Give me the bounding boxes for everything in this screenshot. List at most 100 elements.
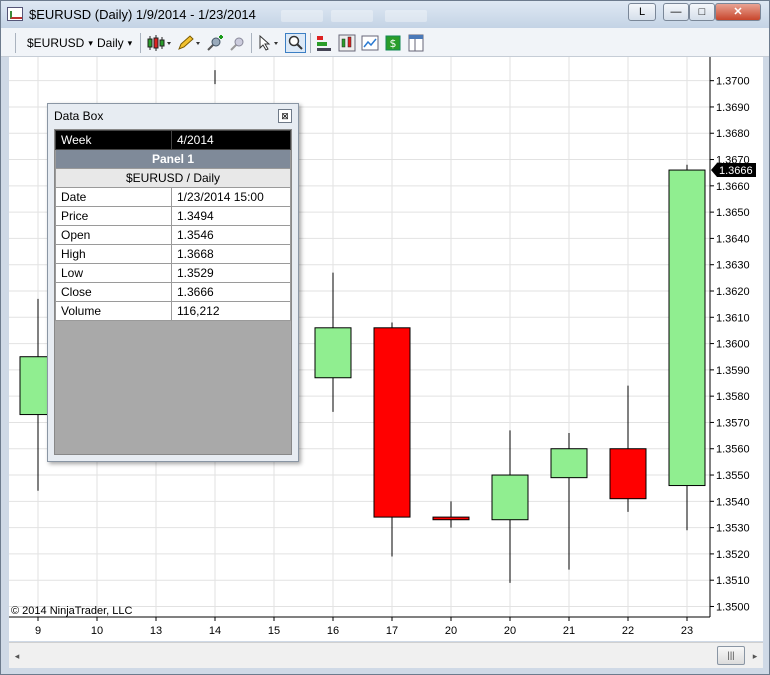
data-row: Low 1.3529 xyxy=(55,263,291,283)
window-title: $EURUSD (Daily) 1/9/2014 - 1/23/2014 xyxy=(29,7,256,22)
y-tick-label: 1.3640 xyxy=(716,233,750,245)
row-value: 1.3668 xyxy=(171,244,291,264)
y-tick-label: 1.3630 xyxy=(716,260,750,272)
x-tick-label: 17 xyxy=(386,625,398,637)
data-box-title: Data Box xyxy=(54,109,104,123)
week-row: Week 4/2014 xyxy=(55,130,291,150)
up-candle-body xyxy=(314,327,352,379)
row-label: Price xyxy=(55,206,172,226)
money-icon[interactable]: $ xyxy=(384,34,402,52)
close-button[interactable]: ✕ xyxy=(715,3,761,21)
down-candle-body xyxy=(432,516,470,521)
up-candle-body xyxy=(491,474,529,521)
row-value: 1.3666 xyxy=(171,282,291,302)
title-bar[interactable]: $EURUSD (Daily) 1/9/2014 - 1/23/2014 L —… xyxy=(1,1,769,28)
row-label: Date xyxy=(55,187,172,207)
data-row: High 1.3668 xyxy=(55,244,291,264)
x-tick-label: 13 xyxy=(150,625,162,637)
up-candle-body xyxy=(550,448,588,479)
y-tick-label: 1.3650 xyxy=(716,207,750,219)
data-box-window[interactable]: Data Box ⊠ Week 4/2014 Panel 1 $EURUSD /… xyxy=(47,103,299,462)
y-tick-label: 1.3580 xyxy=(716,391,750,403)
x-tick-label: 20 xyxy=(504,625,516,637)
scroll-right-arrow-icon[interactable]: ▸ xyxy=(749,649,761,663)
row-value: 1/23/2014 15:00 xyxy=(171,187,291,207)
scroll-left-arrow-icon[interactable]: ◂ xyxy=(11,649,23,663)
scroll-thumb[interactable]: ||| xyxy=(717,646,745,665)
x-tick-label: 14 xyxy=(209,625,221,637)
background-tab xyxy=(331,10,373,22)
interval-selector[interactable]: Daily xyxy=(97,34,132,52)
y-tick-label: 1.3660 xyxy=(716,181,750,193)
y-tick-label: 1.3560 xyxy=(716,444,750,456)
data-row: Price 1.3494 xyxy=(55,206,291,226)
chart-properties-icon[interactable] xyxy=(361,34,379,52)
row-value: 1.3546 xyxy=(171,225,291,245)
y-tick-label: 1.3500 xyxy=(716,601,750,613)
chart-style-icon[interactable] xyxy=(338,34,356,52)
y-tick-label: 1.3520 xyxy=(716,549,750,561)
pencil-drawing-icon[interactable] xyxy=(177,34,201,52)
x-tick-label: 20 xyxy=(445,625,457,637)
svg-text:$: $ xyxy=(390,37,397,50)
y-tick-label: 1.3610 xyxy=(716,312,750,324)
x-tick-label: 21 xyxy=(563,625,575,637)
x-tick-label: 22 xyxy=(622,625,634,637)
cursor-icon[interactable] xyxy=(257,34,281,52)
y-tick-label: 1.3620 xyxy=(716,286,750,298)
minimize-button[interactable]: — xyxy=(663,3,689,21)
data-row: Close 1.3666 xyxy=(55,282,291,302)
data-row: Open 1.3546 xyxy=(55,225,291,245)
x-tick-label: 10 xyxy=(91,625,103,637)
toolbar-separator xyxy=(310,33,311,53)
week-label: Week xyxy=(55,130,172,150)
background-tab xyxy=(281,10,323,22)
data-box-table: Week 4/2014 Panel 1 $EURUSD / Daily Date… xyxy=(55,130,291,321)
y-tick-label: 1.3590 xyxy=(716,365,750,377)
down-candle-body xyxy=(373,327,411,518)
row-label: Low xyxy=(55,263,172,283)
row-label: Close xyxy=(55,282,172,302)
add-indicator-icon[interactable] xyxy=(206,34,224,52)
row-label: Open xyxy=(55,225,172,245)
y-tick-label: 1.3700 xyxy=(716,76,750,88)
y-tick-label: 1.3540 xyxy=(716,496,750,508)
x-tick-label: 23 xyxy=(681,625,693,637)
zoom-icon[interactable] xyxy=(285,33,306,53)
current-price-label: 1.3666 xyxy=(719,165,753,177)
x-tick-label: 9 xyxy=(35,625,41,637)
data-row: Volume 116,212 xyxy=(55,301,291,321)
instrument-selector[interactable]: $EURUSD xyxy=(27,34,93,52)
remove-indicator-icon[interactable] xyxy=(229,34,247,52)
toolbar-separator xyxy=(251,33,252,53)
row-value: 116,212 xyxy=(171,301,291,321)
chart-window: $EURUSD (Daily) 1/9/2014 - 1/23/2014 L —… xyxy=(0,0,770,675)
up-candle-body xyxy=(668,169,706,487)
data-box-icon[interactable] xyxy=(407,34,425,52)
data-row: Date 1/23/2014 15:00 xyxy=(55,187,291,207)
toolbar-separator xyxy=(140,33,141,53)
instrument-label: $EURUSD / Daily xyxy=(55,168,291,188)
strategies-icon[interactable] xyxy=(315,34,333,52)
y-tick-label: 1.3530 xyxy=(716,523,750,535)
maximize-button[interactable]: □ xyxy=(689,3,715,21)
x-tick-label: 16 xyxy=(327,625,339,637)
y-tick-label: 1.3690 xyxy=(716,102,750,114)
x-tick-label: 15 xyxy=(268,625,280,637)
background-tab xyxy=(385,10,427,22)
candlestick-style-icon[interactable] xyxy=(146,34,172,52)
row-value: 1.3494 xyxy=(171,206,291,226)
toolbar-grip xyxy=(15,33,16,53)
chart-toolbar: $EURUSD Daily xyxy=(1,28,769,57)
y-tick-label: 1.3550 xyxy=(716,470,750,482)
panel-header-row: Panel 1 xyxy=(55,149,291,169)
week-value: 4/2014 xyxy=(171,130,291,150)
link-button[interactable]: L xyxy=(628,3,656,21)
data-box-close-icon[interactable]: ⊠ xyxy=(278,109,292,123)
y-tick-label: 1.3680 xyxy=(716,128,750,140)
chart-app-icon xyxy=(7,7,23,21)
horizontal-scrollbar[interactable]: ◂ ||| ▸ xyxy=(9,642,763,668)
data-box-body: Week 4/2014 Panel 1 $EURUSD / Daily Date… xyxy=(54,129,292,455)
row-label: High xyxy=(55,244,172,264)
y-tick-label: 1.3510 xyxy=(716,575,750,587)
